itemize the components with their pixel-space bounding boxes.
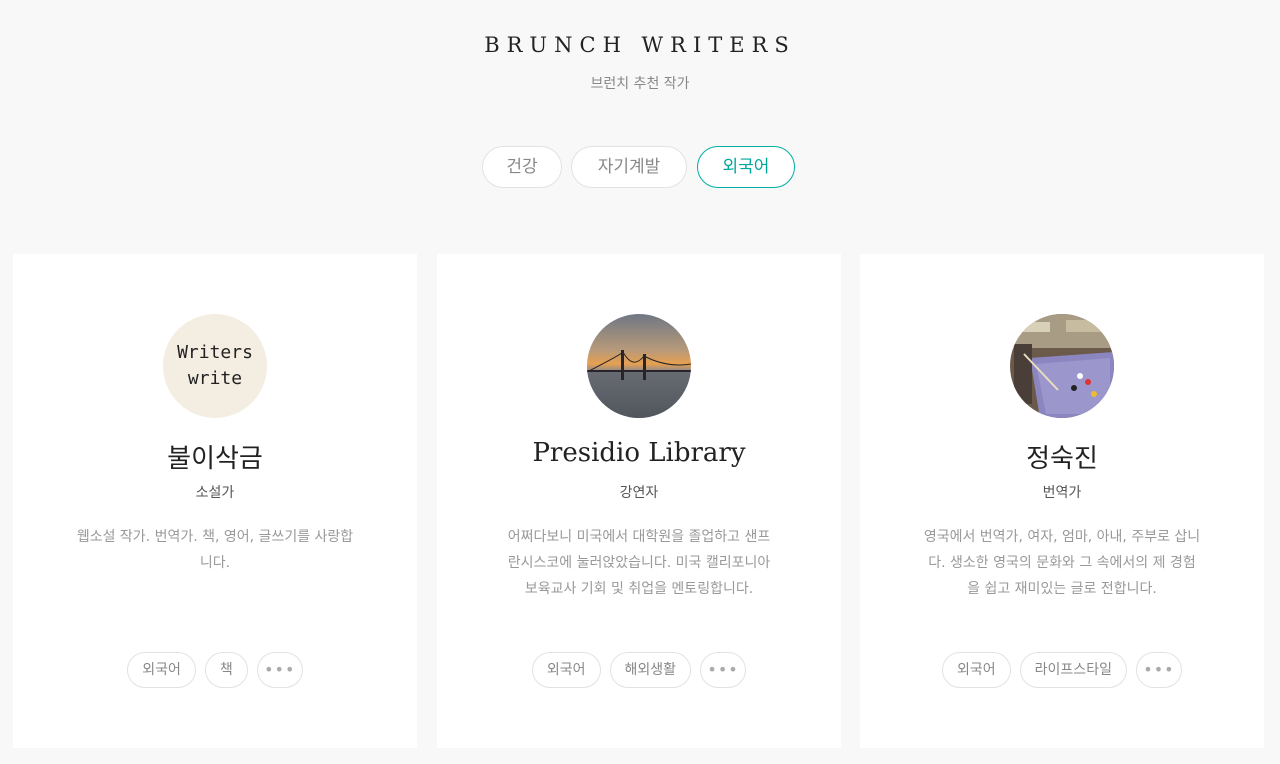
tab-health[interactable]: 건강 <box>482 146 562 188</box>
more-tags-button[interactable]: ••• <box>700 652 747 688</box>
avatar[interactable] <box>1010 314 1114 418</box>
description-line: 니다. <box>199 555 231 571</box>
avatar[interactable] <box>587 314 691 418</box>
tab-self-development[interactable]: 자기계발 <box>571 146 687 188</box>
page-subtitle: 브런치 추천 작가 <box>590 76 690 92</box>
writer-card[interactable]: Writers write 불이삭금 소설가 웹소설 작가. 번역가. 책, 영… <box>13 254 417 748</box>
tag-keyword[interactable]: 책 <box>204 652 248 688</box>
writer-role: 강연자 <box>619 485 659 501</box>
description-line: 보육교사 기회 및 취업을 멘토링합니다. <box>524 581 754 597</box>
tab-foreign-language[interactable]: 외국어 <box>697 146 795 188</box>
tag-keyword[interactable]: 해외생활 <box>609 652 692 688</box>
more-tags-button[interactable]: ••• <box>1135 652 1182 688</box>
writer-name[interactable]: Presidio Library <box>437 438 841 468</box>
more-tags-button[interactable]: ••• <box>256 652 303 688</box>
avatar-text-line: write <box>187 368 243 389</box>
description-line: 어쩌다보니 미국에서 대학원을 졸업하고 샌프 <box>507 529 771 545</box>
category-tabs: 건강 자기계발 외국어 <box>0 146 1280 188</box>
tag-list: 외국어 라이프스타일 ••• <box>860 652 1264 690</box>
tag-keyword[interactable]: 외국어 <box>531 652 601 688</box>
tag-list: 외국어 해외생활 ••• <box>437 652 841 690</box>
tag-keyword[interactable]: 외국어 <box>942 652 1011 688</box>
writer-name[interactable]: 불이삭금 <box>13 438 417 475</box>
writer-description: 어쩌다보니 미국에서 대학원을 졸업하고 샌프 란시스코에 눌러앉았습니다. 미… <box>487 524 791 602</box>
golden-gate-bridge-icon <box>587 314 691 418</box>
writer-description: 웹소설 작가. 번역가. 책, 영어, 글쓰기를 사랑합 니다. <box>63 524 367 576</box>
avatar[interactable]: Writers write <box>163 314 267 418</box>
page-title: BRUNCH WRITERS <box>484 33 796 57</box>
tag-keyword[interactable]: 라이프스타일 <box>1019 652 1127 688</box>
billiards-hall-icon <box>1010 314 1114 418</box>
avatar-text-line: Writers <box>177 342 253 363</box>
writer-role: 번역가 <box>1042 485 1082 501</box>
writer-description: 영국에서 번역가, 여자, 엄마, 아내, 주부로 삽니 다. 생소한 영국의 … <box>910 524 1214 602</box>
description-line: 을 쉽고 재미있는 글로 전합니다. <box>967 581 1157 597</box>
tag-list: 외국어 책 ••• <box>13 652 417 690</box>
description-line: 란시스코에 눌러앉았습니다. 미국 캘리포니아 <box>507 555 771 571</box>
writer-card[interactable]: 정숙진 번역가 영국에서 번역가, 여자, 엄마, 아내, 주부로 삽니 다. … <box>860 254 1264 748</box>
writer-card[interactable]: Presidio Library 강연자 어쩌다보니 미국에서 대학원을 졸업하… <box>437 254 841 748</box>
writer-name[interactable]: 정숙진 <box>860 438 1264 475</box>
description-line: 영국에서 번역가, 여자, 엄마, 아내, 주부로 삽니 <box>923 529 1201 545</box>
tag-keyword[interactable]: 외국어 <box>127 652 196 688</box>
description-line: 다. 생소한 영국의 문화와 그 속에서의 제 경험 <box>928 555 1196 571</box>
writer-role: 소설가 <box>195 485 235 501</box>
description-line: 웹소설 작가. 번역가. 책, 영어, 글쓰기를 사랑합 <box>76 529 354 545</box>
